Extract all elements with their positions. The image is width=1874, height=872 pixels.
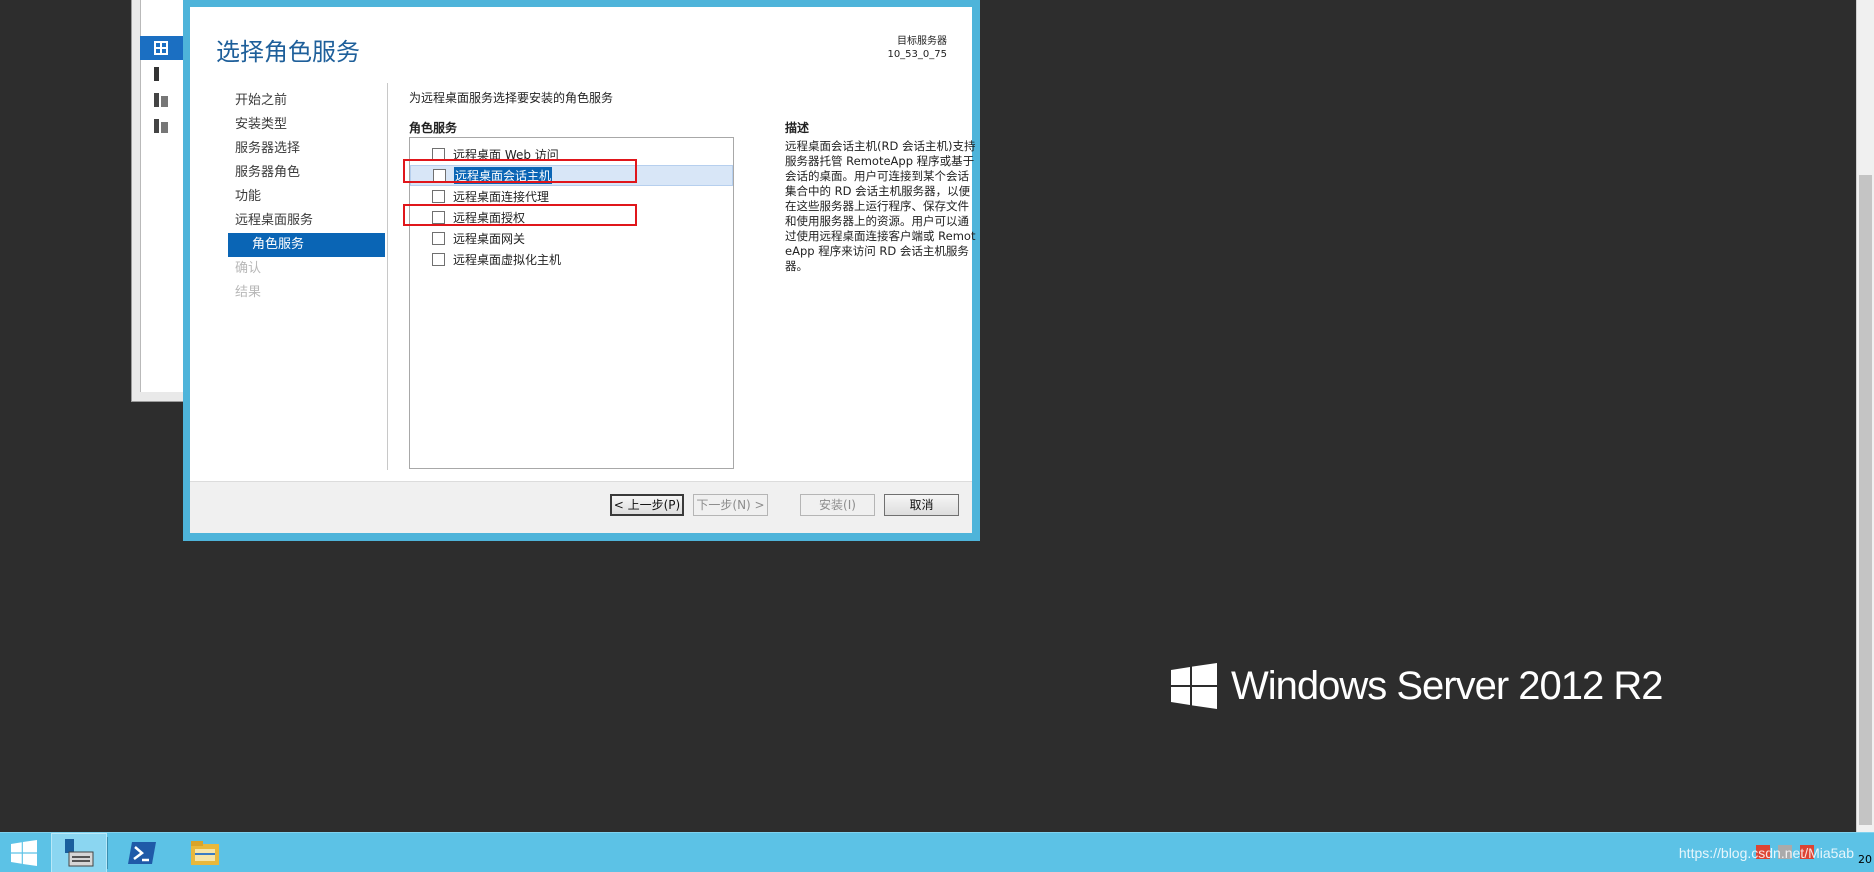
- step-server-roles[interactable]: 服务器角色: [190, 161, 385, 185]
- role-label: 远程桌面授权: [453, 211, 526, 225]
- server-manager-window: [131, 0, 192, 402]
- role-label: 远程桌面连接代理: [453, 190, 550, 204]
- role-checkbox[interactable]: [433, 169, 446, 182]
- taskbar-file-explorer[interactable]: [176, 833, 234, 872]
- step-confirmation: 确认: [235, 261, 262, 276]
- start-button[interactable]: [0, 833, 48, 872]
- tray-clock[interactable]: 20: [1858, 853, 1872, 866]
- file-services-icon: [154, 119, 168, 133]
- instruction-text: 为远程桌面服务选择要安装的角色服务: [409, 91, 614, 105]
- dashboard-icon: [154, 41, 168, 55]
- step-role-services[interactable]: 角色服务: [228, 233, 385, 257]
- role-checkbox[interactable]: [432, 148, 445, 161]
- roles-header: 角色服务: [409, 121, 458, 135]
- step-remote-desktop-services[interactable]: 远程桌面服务: [190, 209, 385, 233]
- windows-logo-icon: [1171, 663, 1217, 709]
- taskbar: https://blog.csdn.net/Mia5ab 20: [0, 832, 1874, 872]
- role-item-web-access[interactable]: 远程桌面 Web 访问: [410, 144, 733, 165]
- cancel-button[interactable]: 取消: [884, 494, 959, 516]
- next-button[interactable]: 下一步(N) >: [693, 494, 768, 516]
- role-item-licensing[interactable]: 远程桌面授权: [410, 207, 733, 228]
- role-item-gateway[interactable]: 远程桌面网关: [410, 228, 733, 249]
- destination-server: 目标服务器 10_53_0_75: [887, 35, 947, 61]
- vertical-scrollbar[interactable]: [1856, 0, 1874, 832]
- servers-icon: [154, 93, 168, 107]
- description-header: 描述: [785, 121, 810, 135]
- role-label: 远程桌面网关: [453, 232, 526, 246]
- role-checkbox[interactable]: [432, 232, 445, 245]
- wizard-footer: < 上一步(P) 下一步(N) > 安装(I) 取消: [190, 481, 972, 533]
- step-before-you-begin[interactable]: 开始之前: [190, 89, 385, 113]
- role-item-virtualization-host[interactable]: 远程桌面虚拟化主机: [410, 249, 733, 270]
- role-label: 远程桌面 Web 访问: [453, 148, 559, 162]
- step-installation-type[interactable]: 安装类型: [190, 113, 385, 137]
- previous-button[interactable]: < 上一步(P): [610, 494, 684, 516]
- wizard-steps: 开始之前 安装类型 服务器选择 服务器角色 功能 远程桌面服务 角色服务 确认 …: [190, 89, 385, 305]
- folder-icon: [191, 841, 219, 865]
- step-server-selection[interactable]: 服务器选择: [190, 137, 385, 161]
- role-checkbox[interactable]: [432, 211, 445, 224]
- steps-divider: [387, 83, 388, 470]
- role-checkbox[interactable]: [432, 190, 445, 203]
- description-text: 远程桌面会话主机(RD 会话主机)支持服务器托管 RemoteApp 程序或基于…: [785, 139, 976, 273]
- role-checkbox[interactable]: [432, 253, 445, 266]
- page-title: 选择角色服务: [216, 38, 360, 66]
- step-features[interactable]: 功能: [190, 185, 385, 209]
- role-label: 远程桌面虚拟化主机: [453, 253, 562, 267]
- taskbar-separator: [107, 837, 108, 869]
- destination-label: 目标服务器: [897, 36, 947, 47]
- role-label: 远程桌面会话主机: [454, 167, 553, 184]
- role-item-connection-broker[interactable]: 远程桌面连接代理: [410, 186, 733, 207]
- server-icon: [154, 67, 159, 81]
- step-results: 结果: [235, 285, 262, 300]
- windows-start-icon: [11, 840, 37, 866]
- taskbar-server-manager[interactable]: [51, 833, 107, 872]
- branding-text: Windows Server 2012 R2: [1231, 663, 1664, 708]
- watermark-text: https://blog.csdn.net/Mia5ab: [1678, 845, 1854, 861]
- role-services-list[interactable]: 远程桌面 Web 访问 远程桌面会话主机 远程桌面连接代理 远程桌面授权 远程桌…: [409, 137, 734, 469]
- powershell-icon: [128, 842, 156, 864]
- add-roles-wizard: 选择角色服务 目标服务器 10_53_0_75 开始之前 安装类型 服务器选择 …: [183, 0, 980, 541]
- destination-value: 10_53_0_75: [887, 49, 947, 60]
- wizard-body: 选择角色服务 目标服务器 10_53_0_75 开始之前 安装类型 服务器选择 …: [190, 7, 975, 533]
- scrollbar-thumb[interactable]: [1859, 175, 1872, 825]
- role-item-session-host[interactable]: 远程桌面会话主机: [410, 165, 733, 186]
- taskbar-powershell[interactable]: [113, 833, 171, 872]
- windows-server-branding: Windows Server 2012 R2: [1171, 663, 1664, 709]
- server-manager-icon: [65, 839, 94, 867]
- install-button[interactable]: 安装(I): [800, 494, 875, 516]
